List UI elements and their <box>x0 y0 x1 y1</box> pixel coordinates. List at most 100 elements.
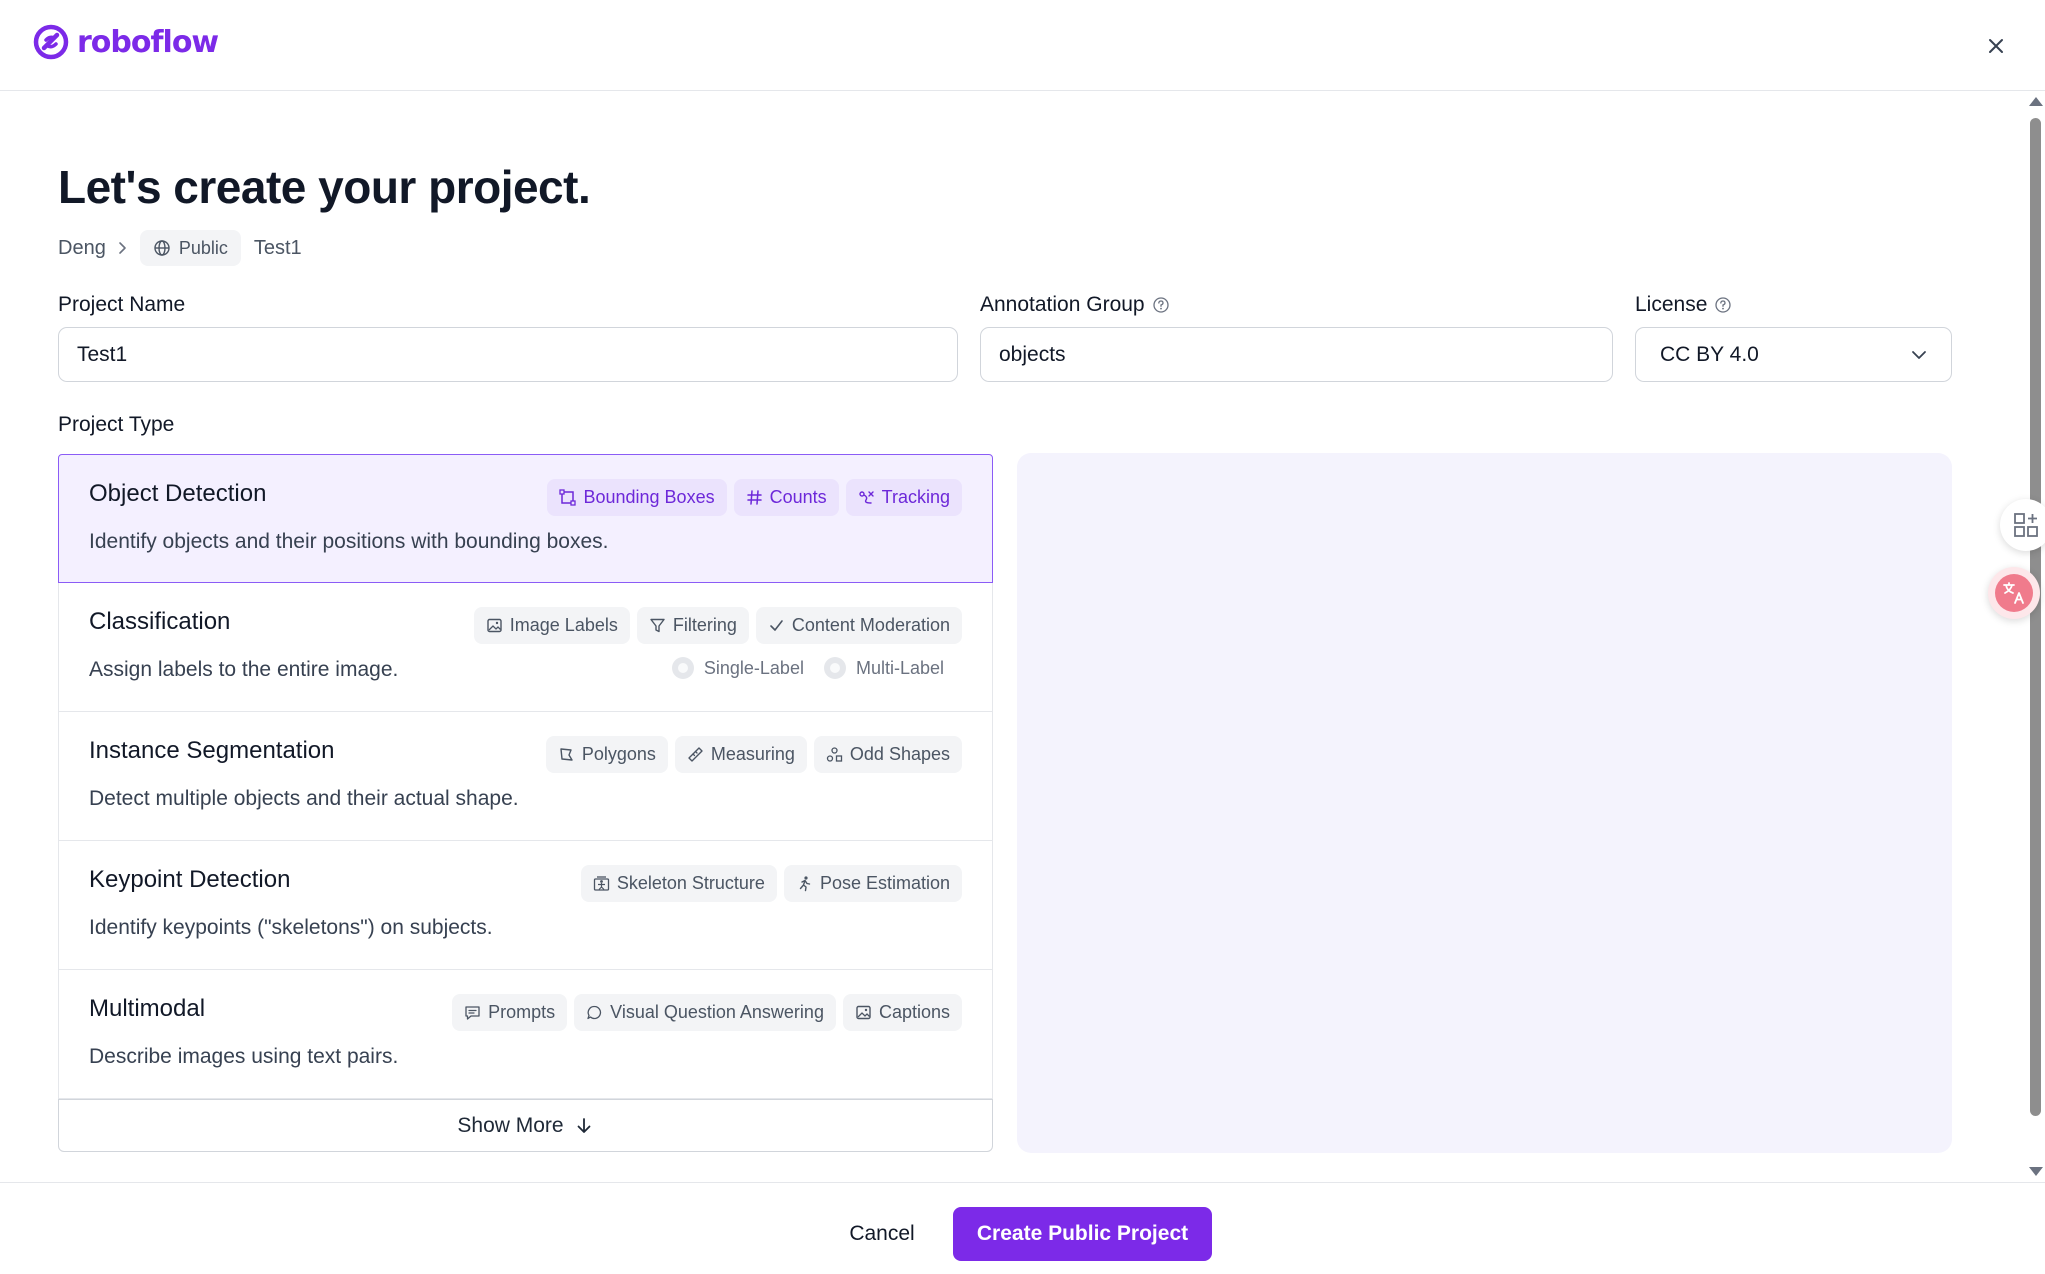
tag-label: Image Labels <box>509 615 618 635</box>
project-type-keypoint-detection[interactable]: Keypoint Detection Skeleton Structure Po… <box>58 841 993 970</box>
license-label: License <box>1635 293 1732 317</box>
scrollbar-thumb[interactable] <box>2030 118 2041 1116</box>
page-title: Let's create your project. <box>58 161 591 213</box>
radio-button <box>823 657 846 679</box>
project-type-description: Assign labels to the entire image. <box>89 658 399 681</box>
tag-label: Prompts <box>488 1002 556 1022</box>
globe-icon <box>154 240 170 256</box>
project-type-name: Keypoint Detection <box>89 866 291 893</box>
translate-glyph-icon <box>2003 582 2024 604</box>
project-type-multimodal[interactable]: Multimodal Prompts Visual Question Answe… <box>58 970 993 1099</box>
project-type-name: Instance Segmentation <box>89 737 335 764</box>
ruler-icon <box>688 747 703 762</box>
tag-label: Counts <box>769 487 827 507</box>
tag-list: Prompts Visual Question Answering Captio… <box>452 994 962 1031</box>
skeleton-icon <box>593 876 610 891</box>
brand-name: roboflow <box>77 24 219 60</box>
tag-label: Measuring <box>710 744 795 764</box>
tag-visual-question-answering: Visual Question Answering <box>574 994 836 1031</box>
project-type-description: Identify keypoints ("skeletons") on subj… <box>89 916 493 939</box>
chevron-down-icon <box>1912 350 1926 359</box>
filter-icon <box>650 618 665 633</box>
tag-skeleton-structure: Skeleton Structure <box>580 865 777 902</box>
footer-bar: Cancel Create Public Project <box>0 1182 2045 1274</box>
tag-label: Bounding Boxes <box>583 487 715 507</box>
close-icon[interactable] <box>1985 35 2007 57</box>
tag-list: Skeleton Structure Pose Estimation <box>580 865 962 902</box>
check-icon <box>770 620 783 631</box>
tag-measuring: Measuring <box>674 736 807 773</box>
running-person-icon <box>799 876 811 892</box>
tag-list: Image Labels Filtering Content Moderatio… <box>473 607 962 644</box>
cancel-button[interactable]: Cancel <box>832 1207 932 1261</box>
scroll-up-arrow-icon[interactable] <box>2029 97 2043 106</box>
radio-label: Multi-Label <box>855 657 944 678</box>
project-type-list: Object Detection Bounding Boxes Counts T… <box>58 454 993 1152</box>
project-name-label: Project Name <box>58 293 185 317</box>
tag-odd-shapes: Odd Shapes <box>813 736 962 773</box>
license-value: CC BY 4.0 <box>1660 342 1759 366</box>
bounding-box-icon <box>559 489 577 506</box>
project-type-classification[interactable]: Classification Image Labels Filtering Co… <box>58 583 993 712</box>
project-type-description: Detect multiple objects and their actual… <box>89 787 519 810</box>
tag-label: Pose Estimation <box>819 873 950 893</box>
grid-plus-icon <box>2014 513 2038 537</box>
roboflow-logo-icon <box>33 24 69 60</box>
visibility-badge[interactable]: Public <box>139 230 241 266</box>
license-select[interactable]: CC BY 4.0 <box>1635 327 1952 382</box>
tag-captions: Captions <box>842 994 962 1031</box>
tag-bounding-boxes: Bounding Boxes <box>547 479 727 516</box>
tag-list: Bounding Boxes Counts Tracking <box>547 479 962 516</box>
annotation-group-label-text: Annotation Group <box>980 293 1145 316</box>
radio-button <box>671 657 694 679</box>
translate-button[interactable] <box>1988 567 2040 619</box>
classification-options: Single-Label Multi-Label <box>671 657 944 679</box>
image-icon <box>856 1005 871 1020</box>
tag-image-labels: Image Labels <box>473 607 630 644</box>
show-more-label: Show More <box>457 1113 564 1137</box>
hash-icon <box>746 490 762 505</box>
project-type-object-detection[interactable]: Object Detection Bounding Boxes Counts T… <box>58 454 993 583</box>
project-type-instance-segmentation[interactable]: Instance Segmentation Polygons Measuring <box>58 712 993 841</box>
tag-label: Captions <box>878 1002 950 1022</box>
roboflow-logo[interactable]: roboflow <box>33 24 219 60</box>
radio-single-label[interactable]: Single-Label <box>671 657 804 679</box>
show-more-button[interactable]: Show More <box>58 1099 993 1152</box>
translate-icon <box>1995 574 2033 612</box>
tag-tracking: Tracking <box>845 479 962 516</box>
tag-label: Content Moderation <box>791 615 950 635</box>
app-grid-button[interactable] <box>2000 499 2045 551</box>
scroll-down-arrow-icon[interactable] <box>2029 1167 2043 1176</box>
project-type-label: Project Type <box>58 413 174 437</box>
tag-label: Filtering <box>672 615 737 635</box>
breadcrumb-project: Test1 <box>253 236 302 259</box>
polygon-icon <box>560 748 573 761</box>
tag-label: Skeleton Structure <box>616 873 765 893</box>
project-type-preview <box>1017 453 1952 1153</box>
image-icon <box>487 618 502 633</box>
visibility-label: Public <box>178 237 228 258</box>
tag-label: Odd Shapes <box>849 744 950 764</box>
tag-polygons: Polygons <box>545 736 668 773</box>
tag-label: Visual Question Answering <box>610 1002 824 1022</box>
project-type-name: Object Detection <box>89 480 267 507</box>
tag-pose-estimation: Pose Estimation <box>783 865 962 902</box>
license-label-text: License <box>1635 293 1708 316</box>
project-type-name: Multimodal <box>89 995 206 1022</box>
annotation-group-input[interactable] <box>980 327 1613 382</box>
annotation-group-label: Annotation Group <box>980 293 1170 317</box>
radio-multi-label[interactable]: Multi-Label <box>823 657 944 679</box>
project-type-description: Describe images using text pairs. <box>89 1045 399 1068</box>
breadcrumb-workspace[interactable]: Deng <box>58 237 106 260</box>
tag-filtering: Filtering <box>636 607 749 644</box>
tag-list: Polygons Measuring Odd Shapes <box>545 736 962 773</box>
create-project-button[interactable]: Create Public Project <box>953 1207 1212 1261</box>
shapes-icon <box>826 747 843 762</box>
tag-counts: Counts <box>733 479 839 516</box>
help-circle-icon[interactable] <box>1152 296 1170 314</box>
project-type-label-text: Project Type <box>58 413 175 436</box>
tag-label: Tracking <box>881 487 950 507</box>
help-circle-icon[interactable] <box>1714 296 1732 314</box>
project-name-input[interactable] <box>58 327 958 382</box>
radio-label: Single-Label <box>703 657 804 678</box>
